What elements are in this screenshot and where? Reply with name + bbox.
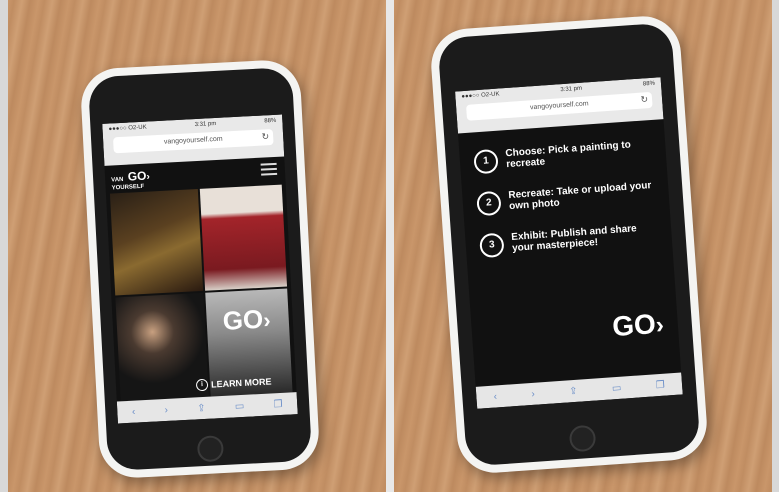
logo-yourself: YOURSELF bbox=[111, 183, 145, 192]
step-number-2: 2 bbox=[476, 190, 502, 217]
address-field[interactable]: vangoyourself.com bbox=[112, 128, 274, 154]
painting-tile-3[interactable] bbox=[115, 292, 209, 402]
reload-icon[interactable]: ↻ bbox=[640, 94, 648, 105]
go-label: GO bbox=[221, 303, 264, 336]
share-icon[interactable]: ⇪ bbox=[569, 385, 578, 397]
share-icon[interactable]: ⇪ bbox=[197, 402, 206, 413]
screen: ●●●○○ O2-UK 3:31 pm 88% vangoyourself.co… bbox=[455, 77, 683, 409]
panel-divider bbox=[386, 0, 394, 492]
logo-van: VAN bbox=[111, 176, 124, 184]
time-text: 3:31 pm bbox=[560, 85, 583, 94]
forward-icon[interactable]: › bbox=[531, 388, 535, 399]
menu-icon[interactable] bbox=[260, 162, 278, 176]
back-icon[interactable]: ‹ bbox=[493, 391, 497, 402]
carrier-text: ●●●○○ O2-UK bbox=[108, 124, 147, 133]
step-number-1: 1 bbox=[473, 148, 499, 175]
battery-text: 88% bbox=[264, 117, 277, 125]
tabs-icon[interactable]: ❐ bbox=[273, 398, 283, 409]
carrier-text: ●●●○○ O2-UK bbox=[461, 91, 500, 101]
bookmarks-icon[interactable]: ▭ bbox=[235, 400, 245, 411]
back-icon[interactable]: ‹ bbox=[132, 406, 136, 417]
right-photo-panel: ●●●○○ O2-UK 3:31 pm 88% vangoyourself.co… bbox=[394, 0, 772, 492]
tabs-icon[interactable]: ❐ bbox=[655, 379, 665, 391]
go-label: GO bbox=[611, 308, 657, 343]
go-button[interactable]: GO› bbox=[611, 308, 665, 343]
steps-list: 1 Choose: Pick a painting to recreate 2 … bbox=[473, 138, 662, 259]
forward-icon[interactable]: › bbox=[164, 404, 168, 415]
go-button[interactable]: GO› bbox=[221, 303, 272, 336]
learn-more-label: LEARN MORE bbox=[210, 376, 272, 390]
step-text-1: Choose: Pick a painting to recreate bbox=[505, 138, 656, 170]
reload-icon[interactable]: ↻ bbox=[261, 131, 269, 142]
phone-right: ●●●○○ O2-UK 3:31 pm 88% vangoyourself.co… bbox=[428, 13, 710, 476]
info-icon: i bbox=[195, 378, 209, 392]
chevron-right-icon: › bbox=[262, 307, 272, 333]
browser-bar: ●●●○○ O2-UK 3:31 pm 88% vangoyourself.co… bbox=[102, 114, 285, 166]
step-item: 2 Recreate: Take or upload your own phot… bbox=[476, 180, 659, 217]
logo-go: GO bbox=[127, 168, 147, 184]
painting-tile-2[interactable] bbox=[199, 184, 288, 291]
left-photo-panel: ●●●○○ O2-UK 3:31 pm 88% vangoyourself.co… bbox=[8, 0, 386, 492]
step-number-3: 3 bbox=[479, 232, 505, 259]
time-text: 3:31 pm bbox=[194, 120, 217, 129]
step-text-3: Exhibit: Publish and share your masterpi… bbox=[511, 222, 662, 254]
step-text-2: Recreate: Take or upload your own photo bbox=[508, 180, 659, 212]
site-logo[interactable]: VAN GO› YOURSELF bbox=[111, 168, 151, 192]
chevron-right-icon: › bbox=[654, 311, 665, 340]
step-item: 3 Exhibit: Publish and share your master… bbox=[479, 222, 662, 259]
battery-text: 88% bbox=[642, 80, 656, 88]
painting-tile-1[interactable] bbox=[109, 189, 204, 296]
bookmarks-icon[interactable]: ▭ bbox=[612, 382, 622, 394]
phone-left: ●●●○○ O2-UK 3:31 pm 88% vangoyourself.co… bbox=[79, 58, 321, 480]
screen: ●●●○○ O2-UK 3:31 pm 88% vangoyourself.co… bbox=[102, 114, 298, 424]
chevron-right-icon: › bbox=[146, 171, 151, 183]
step-item: 1 Choose: Pick a painting to recreate bbox=[473, 138, 656, 175]
